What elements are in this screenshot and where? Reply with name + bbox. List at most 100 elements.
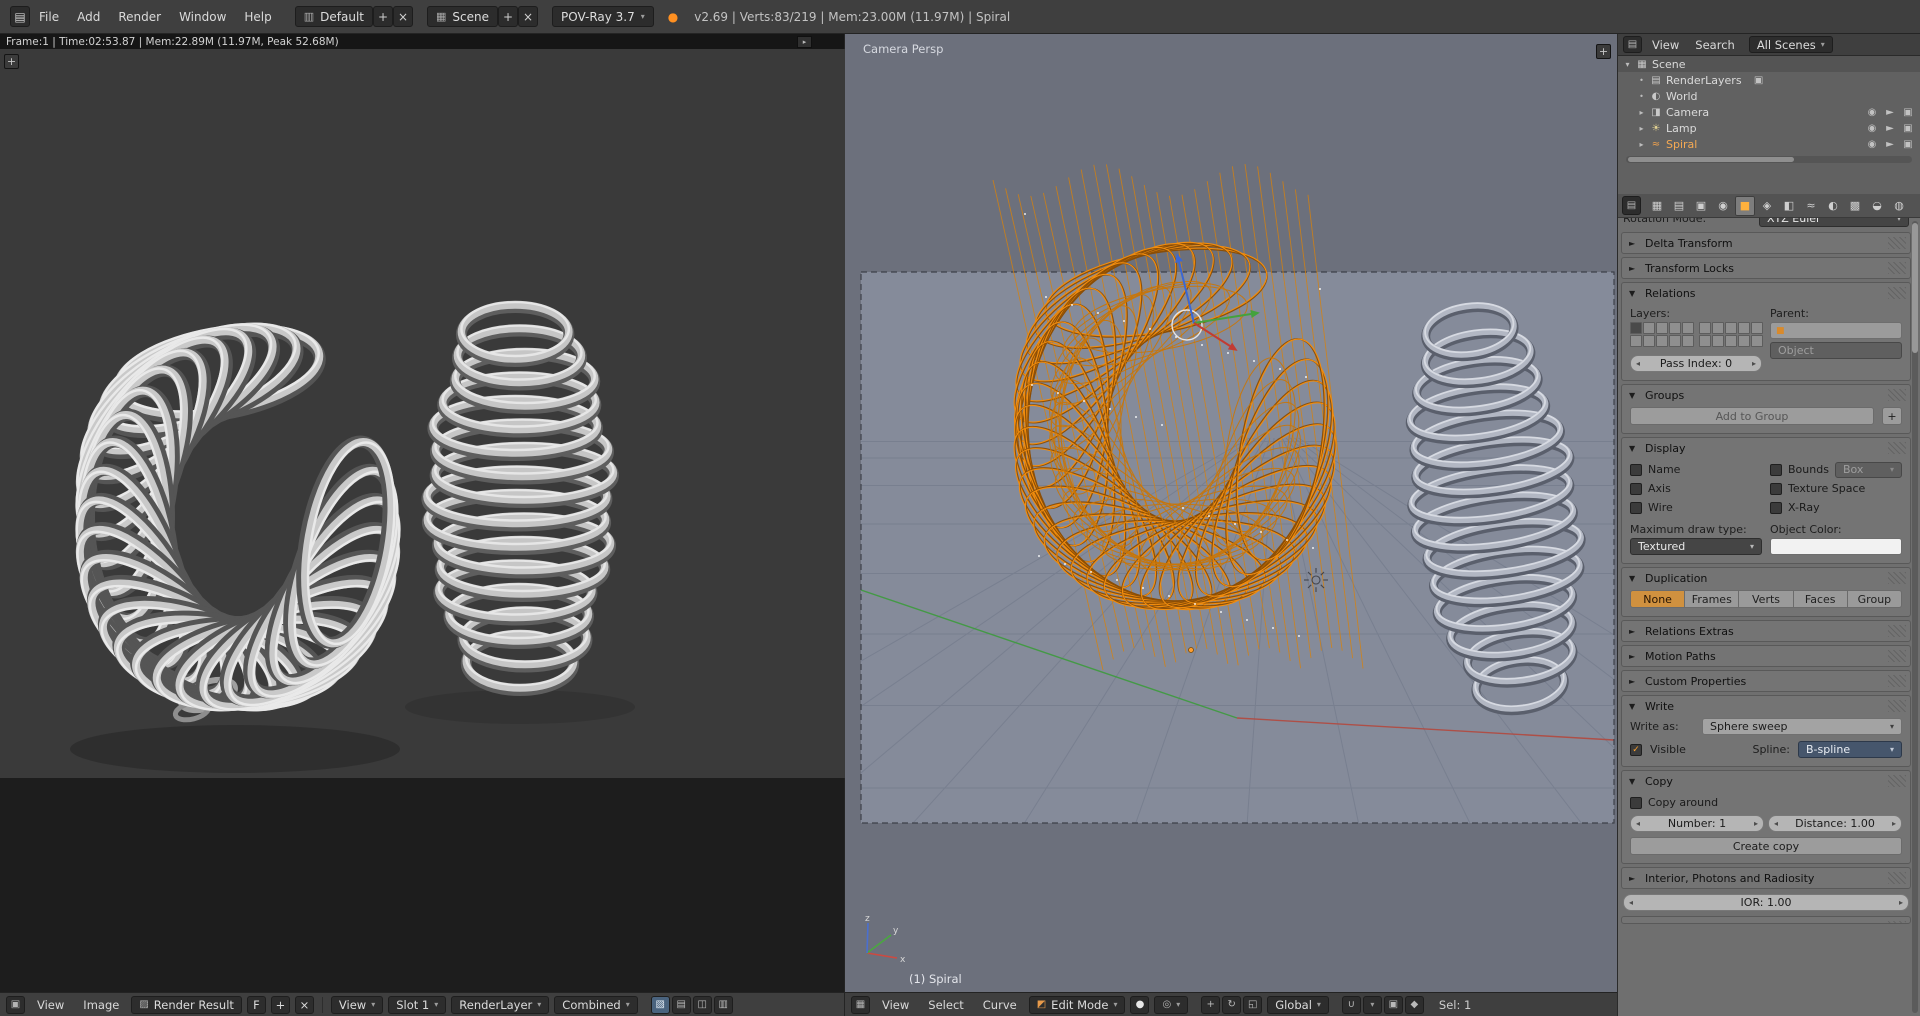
display-toggle[interactable]: ▥ [714,996,733,1014]
slider-right-icon[interactable]: ▸ [1899,898,1903,907]
duplication-faces-button[interactable]: Faces [1794,590,1848,608]
outliner-row-scene[interactable]: ▾ ▦ Scene [1618,56,1920,72]
outliner-row-renderlayers[interactable]: • ▤ RenderLayers ▣ [1632,72,1920,88]
outliner-row-camera[interactable]: ▸ ◨ Camera ◉ ► ▣ [1632,104,1920,120]
draw-type-dropdown[interactable]: Textured ▾ [1630,538,1762,555]
slider-left-icon[interactable]: ◂ [1636,359,1640,368]
tab-texture[interactable]: ▩ [1845,196,1865,216]
tab-object[interactable]: ■ [1735,196,1755,216]
tab-particles[interactable]: ◒ [1867,196,1887,216]
panel-header-interior[interactable]: ► Interior, Photons and Radiosity [1622,868,1910,888]
parent-type-dropdown[interactable]: Object [1770,342,1902,359]
ior-slider[interactable]: ◂ IOR: 1.00 ▸ [1623,894,1909,911]
image-datablock-selector[interactable]: ▨ Render Result [131,996,242,1014]
orientation-dropdown[interactable]: Global ▾ [1267,996,1329,1014]
scrollbar-thumb[interactable] [1628,157,1794,162]
slider-right-icon[interactable]: ▸ [1754,819,1758,828]
renderability-camera-icon[interactable]: ▣ [1901,123,1915,134]
expand-icon[interactable]: ▸ [1637,124,1646,133]
screen-layout-add-button[interactable]: + [373,6,393,27]
layer-toggle[interactable] [1699,335,1711,347]
slider-left-icon[interactable]: ◂ [1629,898,1633,907]
new-group-button[interactable]: + [1882,407,1902,425]
panel-header-motion-paths[interactable]: ► Motion Paths [1622,646,1910,666]
layer-toggle[interactable] [1712,322,1724,334]
slider-left-icon[interactable]: ◂ [1636,819,1640,828]
visibility-eye-icon[interactable]: ◉ [1865,107,1879,118]
opengl-render-button[interactable]: ▣ [1384,996,1403,1014]
panel-header-relations[interactable]: ▼ Relations [1622,283,1910,303]
menu-render[interactable]: Render [109,0,170,34]
renderlayer-dropdown[interactable]: RenderLayer ▾ [451,996,549,1014]
axis-checkbox[interactable] [1630,483,1642,495]
expand-icon[interactable]: ▸ [1637,108,1646,117]
renderability-camera-icon[interactable]: ▣ [1901,139,1915,150]
tab-render-layers[interactable]: ▤ [1669,196,1689,216]
expand-icon[interactable]: ▾ [1623,60,1632,69]
color-channel-toggle[interactable]: ▧ [651,996,670,1014]
duplication-none-button[interactable]: None [1630,590,1685,608]
tab-constraints[interactable]: ◈ [1757,196,1777,216]
properties-scrollbar[interactable] [1912,221,1918,1013]
outliner-menu-search[interactable]: Search [1689,34,1741,56]
panel-header-relations-extras[interactable]: ► Relations Extras [1622,621,1910,641]
rotation-mode-dropdown[interactable]: XYZ Euler ▾ [1759,218,1909,227]
selectability-arrow-icon[interactable]: ► [1883,123,1897,134]
duplication-group-button[interactable]: Group [1848,590,1902,608]
render-result-image[interactable] [0,49,845,778]
create-copy-button[interactable]: Create copy [1630,837,1902,855]
outliner-row-world[interactable]: • ◐ World [1632,88,1920,104]
region-expand-handle[interactable]: + [1596,44,1611,59]
viewport-canvas[interactable] [845,34,1617,992]
outliner-display-dropdown[interactable]: All Scenes ▾ [1749,36,1833,53]
tab-modifiers[interactable]: ◧ [1779,196,1799,216]
wire-checkbox[interactable] [1630,502,1642,514]
layer-toggle[interactable] [1712,335,1724,347]
name-checkbox[interactable] [1630,464,1642,476]
layer-toggle[interactable] [1630,335,1642,347]
scene-delete-button[interactable]: × [518,6,538,27]
translate-manipulator-toggle[interactable]: + [1201,996,1220,1014]
visible-checkbox[interactable]: ✓ [1630,744,1642,756]
duplication-verts-button[interactable]: Verts [1739,590,1793,608]
snap-element-dropdown[interactable]: ▾ [1363,996,1382,1014]
layer-toggle[interactable] [1656,322,1668,334]
rotate-manipulator-toggle[interactable]: ↻ [1222,996,1241,1014]
expand-icon[interactable]: ▸ [1637,140,1646,149]
view-mode-dropdown[interactable]: View ▾ [331,996,383,1014]
panel-header-duplication[interactable]: ▼ Duplication [1622,568,1910,588]
collapse-info-button[interactable]: ▸ [797,36,812,48]
pivot-dropdown[interactable]: ◎ ▾ [1154,996,1188,1014]
selectability-arrow-icon[interactable]: ► [1883,139,1897,150]
fake-user-button[interactable]: F [247,996,266,1014]
layer-toggle[interactable] [1669,335,1681,347]
bounds-checkbox[interactable] [1770,464,1782,476]
curve-menu[interactable]: Curve [976,993,1024,1016]
renderability-icon[interactable]: ▣ [1752,75,1766,86]
screen-layout-delete-button[interactable]: × [393,6,413,27]
panel-header-copy[interactable]: ▼ Copy [1622,771,1910,791]
selectability-arrow-icon[interactable]: ► [1883,107,1897,118]
panel-header-write[interactable]: ▼ Write [1622,696,1910,716]
unlink-image-button[interactable]: + [271,996,290,1014]
render-pass-dropdown[interactable]: Combined ▾ [554,996,637,1014]
layer-toggle[interactable] [1751,322,1763,334]
editor-type-info-button[interactable]: ▤ [10,6,30,27]
outliner-row-lamp[interactable]: ▸ ☀ Lamp ◉ ► ▣ [1632,120,1920,136]
spline-dropdown[interactable]: B-spline ▾ [1798,741,1902,758]
outliner-menu-view[interactable]: View [1646,34,1685,56]
panel-header-custom-properties[interactable]: ► Custom Properties [1622,671,1910,691]
layer-toggle[interactable] [1738,322,1750,334]
scale-manipulator-toggle[interactable]: ◱ [1243,996,1262,1014]
alpha-channel-toggle[interactable]: ▤ [672,996,691,1014]
bounds-type-dropdown[interactable]: Box ▾ [1835,462,1902,478]
tab-scene[interactable]: ▣ [1691,196,1711,216]
texture-space-checkbox[interactable] [1770,483,1782,495]
add-to-group-button[interactable]: Add to Group [1630,407,1874,425]
render-engine-dropdown[interactable]: POV-Ray 3.7 ▾ [552,6,654,27]
visibility-eye-icon[interactable]: ◉ [1865,139,1879,150]
slider-right-icon[interactable]: ▸ [1892,819,1896,828]
layer-toggle[interactable] [1669,322,1681,334]
layer-toggle[interactable] [1725,335,1737,347]
object-color-swatch[interactable] [1770,538,1902,555]
